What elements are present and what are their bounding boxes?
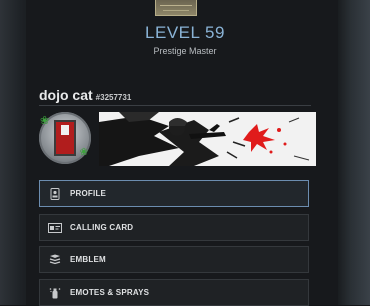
menu-profile-button[interactable]: PROFILE (39, 180, 309, 207)
menu-emblem-button[interactable]: EMBLEM (39, 246, 309, 273)
emotes-sprays-icon (48, 286, 62, 300)
calling-card-icon (48, 221, 62, 235)
emblem-door-icon (54, 120, 76, 156)
menu-emotes-sprays-label: EMOTES & SPRAYS (70, 288, 150, 297)
player-name-row: dojo cat #3257731 (39, 87, 131, 103)
calling-card-banner[interactable] (99, 112, 316, 166)
player-id: #3257731 (95, 93, 132, 102)
menu-emblem-label: EMBLEM (70, 255, 106, 264)
prestige-label: Prestige Master (153, 46, 217, 56)
divider (39, 105, 311, 106)
level-title: LEVEL 59 (145, 23, 225, 42)
leaf-icon: ❀ (40, 115, 50, 127)
profile-icon (48, 187, 62, 201)
leaf-icon: ❀ (79, 147, 88, 158)
player-emblem[interactable]: ❀ ❀ (39, 112, 91, 164)
calling-card-art (99, 112, 316, 166)
emblem-icon (48, 253, 62, 267)
menu-profile-label: PROFILE (70, 189, 107, 198)
menu-calling-card-button[interactable]: CALLING CARD (39, 214, 309, 241)
menu-calling-card-label: CALLING CARD (70, 223, 134, 232)
prestige-badge-icon (155, 0, 197, 16)
menu-emotes-sprays-button[interactable]: EMOTES & SPRAYS (39, 279, 309, 306)
player-name: dojo cat (39, 87, 93, 103)
